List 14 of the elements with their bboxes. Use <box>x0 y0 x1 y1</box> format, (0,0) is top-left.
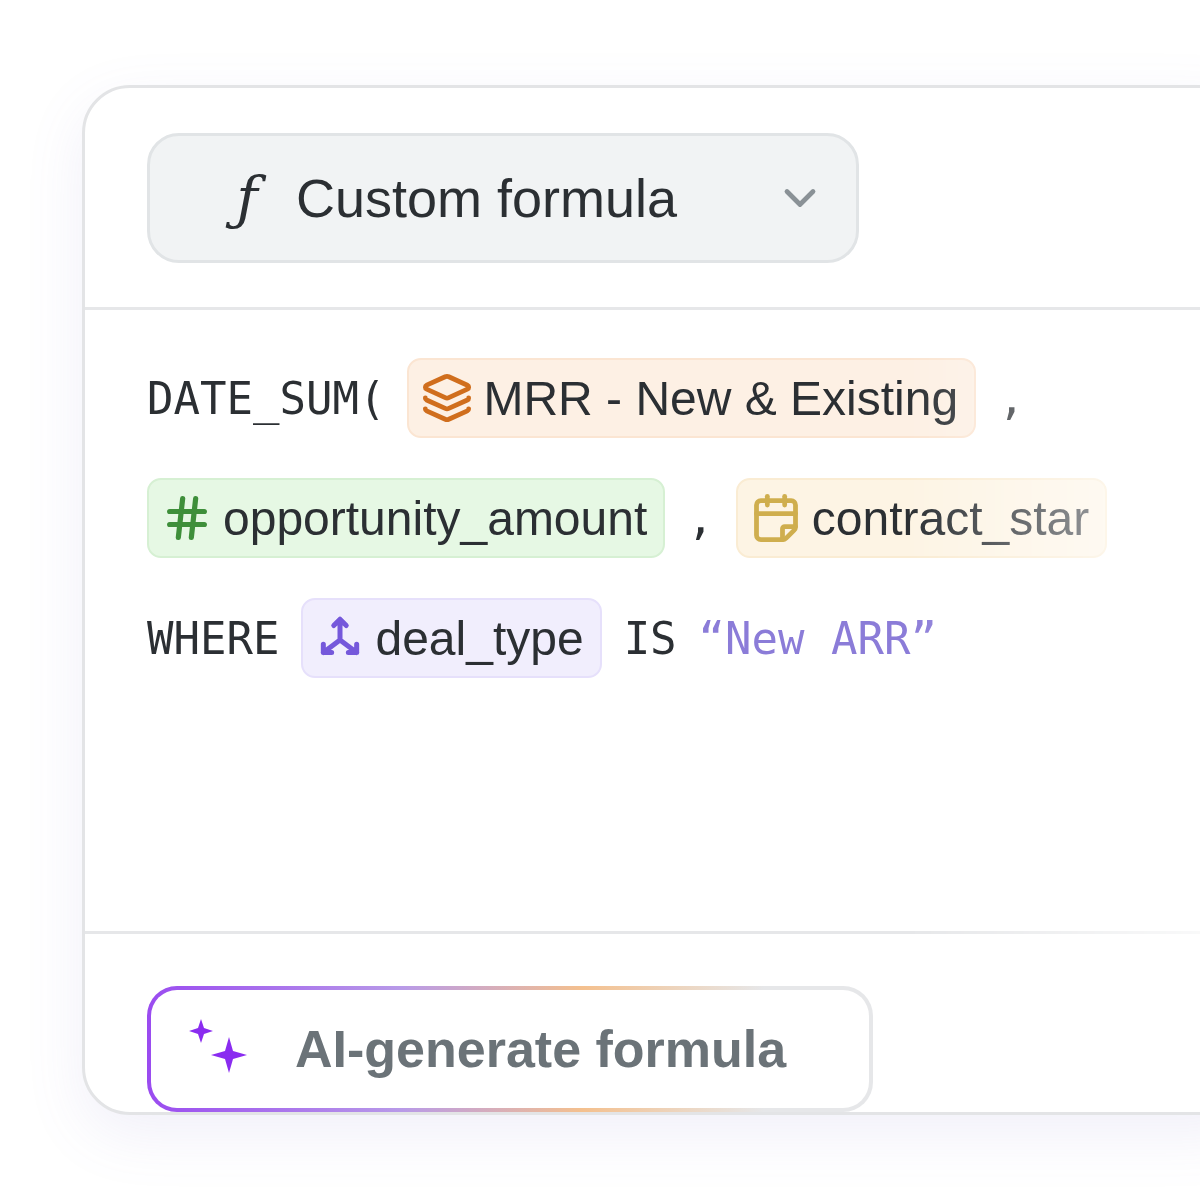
field-chip[interactable]: contract_star <box>735 478 1108 558</box>
string-literal: “New ARR” <box>698 612 938 664</box>
field-chip[interactable]: deal_type <box>301 598 602 678</box>
dropdown-label: Custom formula <box>296 167 679 229</box>
formula-keyword: DATE_SUM( <box>147 372 386 424</box>
formula-keyword: , <box>998 372 1025 424</box>
formula-type-dropdown[interactable]: ƒ Custom formula <box>147 133 859 263</box>
formula-keyword: IS <box>623 612 677 664</box>
layers-icon <box>421 372 474 424</box>
function-glyph: ƒ <box>198 164 296 232</box>
formula-keyword: , <box>687 492 714 544</box>
field-chip[interactable]: opportunity_amount <box>147 478 666 558</box>
field-chip[interactable]: MRR - New & Existing <box>407 358 977 438</box>
formula-keyword: WHERE <box>147 612 280 664</box>
